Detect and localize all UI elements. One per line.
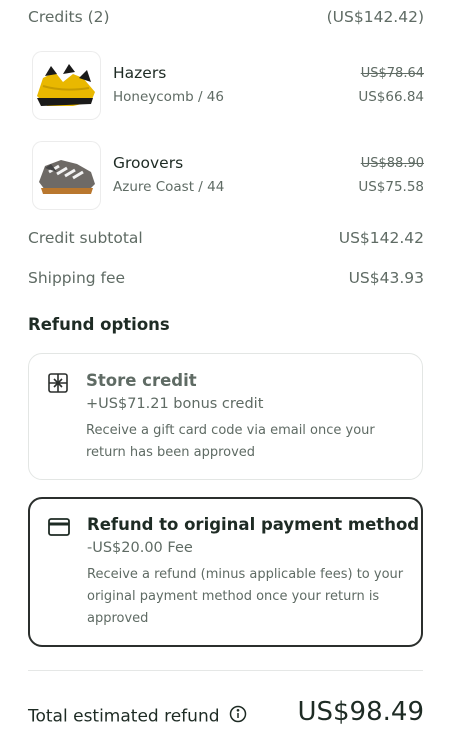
total-refund-value: US$98.49: [297, 697, 424, 727]
refund-option-original-payment[interactable]: Refund to original payment method -US$20…: [28, 497, 423, 647]
shipping-fee-label: Shipping fee: [28, 269, 126, 287]
credit-subtotal-row: Credit subtotal US$142.42: [28, 229, 424, 247]
credit-subtotal-value: US$142.42: [338, 229, 424, 247]
product-variant: Azure Coast / 44: [113, 179, 225, 195]
original-payment-fee: -US$20.00 Fee: [87, 540, 193, 556]
product-variant: Honeycomb / 46: [113, 89, 224, 105]
credits-label: Credits (2): [28, 8, 110, 26]
product-name: Hazers: [113, 64, 167, 82]
refund-option-store-credit[interactable]: Store credit +US$71.21 bonus credit Rece…: [28, 353, 423, 480]
shipping-fee-value: US$43.93: [348, 269, 424, 287]
credit-subtotal-label: Credit subtotal: [28, 229, 143, 247]
list-item: Groovers Azure Coast / 44 US$88.90 US$75…: [33, 142, 424, 210]
original-price: US$78.64: [360, 66, 424, 81]
credits-amount: (US$142.42): [326, 8, 424, 26]
original-payment-description: Receive a refund (minus applicable fees)…: [87, 567, 404, 626]
refund-options-title: Refund options: [28, 315, 170, 334]
credit-price: US$66.84: [358, 89, 424, 105]
credits-header: Credits (2) (US$142.42): [28, 8, 424, 26]
credit-price: US$75.58: [358, 179, 424, 195]
product-thumbnail: [33, 142, 100, 209]
total-refund-label: Total estimated refund: [28, 705, 247, 728]
total-refund-label-text: Total estimated refund: [28, 706, 220, 727]
divider: [28, 670, 423, 671]
product-thumbnail: [33, 52, 100, 119]
info-icon[interactable]: [229, 705, 247, 728]
store-credit-description: Receive a gift card code via email once …: [86, 423, 375, 460]
gift-card-icon: [47, 372, 69, 398]
shipping-fee-row: Shipping fee US$43.93: [28, 269, 424, 287]
product-name: Groovers: [113, 154, 184, 172]
original-price: US$88.90: [360, 156, 424, 171]
list-item: Hazers Honeycomb / 46 US$78.64 US$66.84: [33, 52, 424, 120]
credit-card-icon: [48, 518, 70, 540]
store-credit-bonus: +US$71.21 bonus credit: [86, 396, 264, 412]
store-credit-title: Store credit: [86, 371, 197, 390]
original-payment-title: Refund to original payment method: [87, 515, 420, 534]
